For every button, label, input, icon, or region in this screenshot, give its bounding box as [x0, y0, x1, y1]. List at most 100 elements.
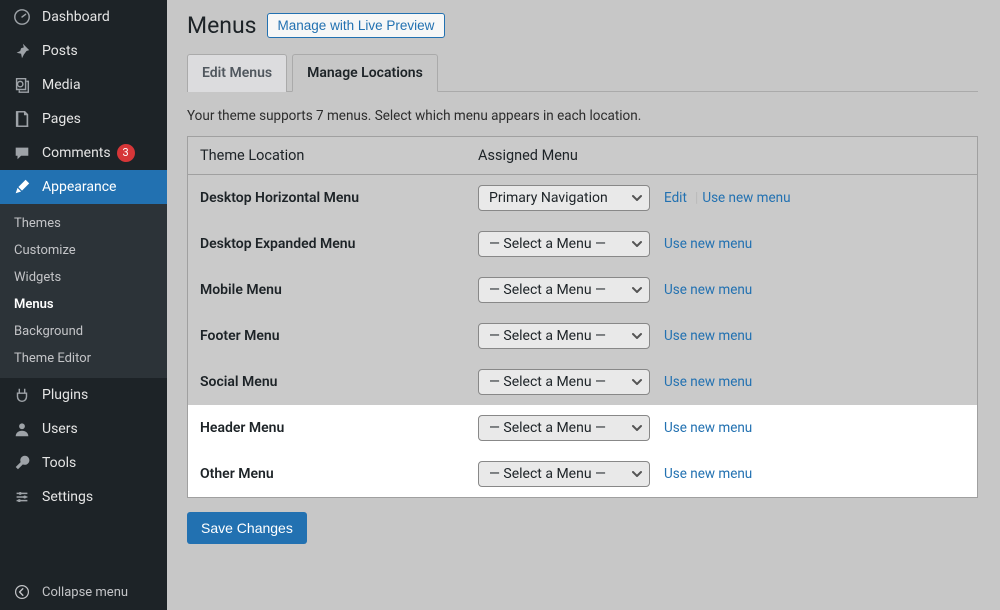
- use-new-menu-link[interactable]: Use new menu: [664, 282, 752, 298]
- sidebar-item-label: Users: [42, 421, 78, 437]
- user-icon: [12, 420, 32, 438]
- submenu-item-themes[interactable]: Themes: [0, 210, 167, 237]
- admin-sidebar: Dashboard Posts Media Pages Comments 3 Appeara…: [0, 0, 167, 610]
- sidebar-main-menu: Dashboard Posts Media Pages Comments 3 Appeara…: [0, 0, 167, 514]
- sidebar-item-tools[interactable]: Tools: [0, 446, 167, 480]
- live-preview-button[interactable]: Manage with Live Preview: [267, 13, 446, 38]
- table-row: Social Menu — Select a Menu — Use new menu: [188, 359, 978, 405]
- sidebar-item-label: Tools: [42, 455, 76, 471]
- table-header-location: Theme Location: [188, 137, 467, 175]
- location-label: Mobile Menu: [188, 267, 467, 313]
- tab-edit-menus[interactable]: Edit Menus: [187, 54, 287, 92]
- menu-select[interactable]: — Select a Menu —: [478, 461, 650, 487]
- table-row: Mobile Menu — Select a Menu — Use new menu: [188, 267, 978, 313]
- chevron-down-icon: [631, 238, 643, 250]
- sidebar-item-label: Appearance: [42, 179, 116, 195]
- menu-select-value: — Select a Menu —: [489, 282, 606, 298]
- locations-table-body: Desktop Horizontal MenuPrimary Navigatio…: [188, 175, 978, 498]
- use-new-menu-link[interactable]: Use new menu: [664, 466, 752, 482]
- menu-select-value: — Select a Menu —: [489, 420, 606, 436]
- sidebar-item-posts[interactable]: Posts: [0, 34, 167, 68]
- menu-select[interactable]: — Select a Menu —: [478, 231, 650, 257]
- separator: |: [695, 190, 698, 206]
- submenu-item-theme-editor[interactable]: Theme Editor: [0, 345, 167, 372]
- menu-select-value: — Select a Menu —: [489, 466, 606, 482]
- location-controls: — Select a Menu — Use new menu: [466, 267, 977, 313]
- use-new-menu-link[interactable]: Use new menu: [664, 236, 752, 252]
- location-label: Desktop Horizontal Menu: [188, 175, 467, 222]
- table-row: Footer Menu — Select a Menu — Use new menu: [188, 313, 978, 359]
- use-new-menu-link[interactable]: Use new menu: [664, 328, 752, 344]
- location-label: Header Menu: [188, 405, 467, 451]
- tab-manage-locations[interactable]: Manage Locations: [292, 54, 438, 92]
- intro-text: Your theme supports 7 menus. Select whic…: [187, 108, 978, 124]
- comment-icon: [12, 144, 32, 162]
- location-label: Social Menu: [188, 359, 467, 405]
- page-icon: [12, 110, 32, 128]
- sidebar-item-users[interactable]: Users: [0, 412, 167, 446]
- chevron-down-icon: [631, 376, 643, 388]
- sidebar-item-settings[interactable]: Settings: [0, 480, 167, 514]
- sidebar-item-label: Posts: [42, 43, 78, 59]
- dashboard-icon: [12, 8, 32, 26]
- locations-table: Theme Location Assigned Menu Desktop Hor…: [187, 136, 978, 498]
- submenu-item-widgets[interactable]: Widgets: [0, 264, 167, 291]
- menu-select[interactable]: — Select a Menu —: [478, 415, 650, 441]
- sidebar-item-label: Comments: [42, 145, 111, 161]
- chevron-down-icon: [631, 422, 643, 434]
- table-header-menu: Assigned Menu: [466, 137, 977, 175]
- chevron-down-icon: [631, 330, 643, 342]
- pin-icon: [12, 42, 32, 60]
- collapse-icon: [12, 584, 32, 600]
- edit-menu-link[interactable]: Edit: [664, 190, 687, 206]
- location-controls: Primary Navigation Edit |Use new menu: [466, 175, 977, 222]
- sidebar-item-label: Settings: [42, 489, 93, 505]
- chevron-down-icon: [631, 284, 643, 296]
- sidebar-item-appearance[interactable]: Appearance: [0, 170, 167, 204]
- submenu-item-background[interactable]: Background: [0, 318, 167, 345]
- menu-select[interactable]: — Select a Menu —: [478, 323, 650, 349]
- sidebar-item-label: Dashboard: [42, 9, 110, 25]
- sidebar-item-dashboard[interactable]: Dashboard: [0, 0, 167, 34]
- location-controls: — Select a Menu — Use new menu: [466, 221, 977, 267]
- brush-icon: [12, 178, 32, 196]
- sidebar-submenu: ThemesCustomizeWidgetsMenusBackgroundThe…: [0, 204, 167, 378]
- use-new-menu-link[interactable]: Use new menu: [664, 374, 752, 390]
- wrench-icon: [12, 454, 32, 472]
- save-changes-button[interactable]: Save Changes: [187, 512, 307, 544]
- page-title-row: Menus Manage with Live Preview: [187, 12, 978, 39]
- location-label: Desktop Expanded Menu: [188, 221, 467, 267]
- collapse-menu-label: Collapse menu: [42, 585, 128, 600]
- sidebar-item-media[interactable]: Media: [0, 68, 167, 102]
- table-row: Header Menu — Select a Menu — Use new menu: [188, 405, 978, 451]
- location-controls: — Select a Menu — Use new menu: [466, 359, 977, 405]
- use-new-menu-link[interactable]: Use new menu: [664, 420, 752, 436]
- table-row: Desktop Expanded Menu — Select a Menu — Us…: [188, 221, 978, 267]
- menu-select-value: — Select a Menu —: [489, 236, 606, 252]
- page-title: Menus: [187, 12, 257, 39]
- sidebar-item-comments[interactable]: Comments 3: [0, 136, 167, 170]
- table-row: Desktop Horizontal MenuPrimary Navigatio…: [188, 175, 978, 222]
- location-controls: — Select a Menu — Use new menu: [466, 313, 977, 359]
- location-controls: — Select a Menu — Use new menu: [466, 405, 977, 451]
- location-controls: — Select a Menu — Use new menu: [466, 451, 977, 498]
- sidebar-item-pages[interactable]: Pages: [0, 102, 167, 136]
- location-label: Footer Menu: [188, 313, 467, 359]
- sidebar-item-plugins[interactable]: Plugins: [0, 378, 167, 412]
- sidebar-item-label: Media: [42, 77, 81, 93]
- use-new-menu-link[interactable]: Use new menu: [702, 190, 790, 206]
- comments-badge: 3: [117, 144, 135, 162]
- chevron-down-icon: [631, 468, 643, 480]
- menu-select[interactable]: — Select a Menu —: [478, 369, 650, 395]
- plugin-icon: [12, 386, 32, 404]
- submenu-item-customize[interactable]: Customize: [0, 237, 167, 264]
- sidebar-item-label: Plugins: [42, 387, 88, 403]
- menu-select[interactable]: Primary Navigation: [478, 185, 650, 211]
- menu-select[interactable]: — Select a Menu —: [478, 277, 650, 303]
- collapse-menu-button[interactable]: Collapse menu: [0, 574, 167, 610]
- table-row: Other Menu — Select a Menu — Use new menu: [188, 451, 978, 498]
- submenu-item-menus[interactable]: Menus: [0, 291, 167, 318]
- media-icon: [12, 76, 32, 94]
- menu-select-value: — Select a Menu —: [489, 328, 606, 344]
- location-label: Other Menu: [188, 451, 467, 498]
